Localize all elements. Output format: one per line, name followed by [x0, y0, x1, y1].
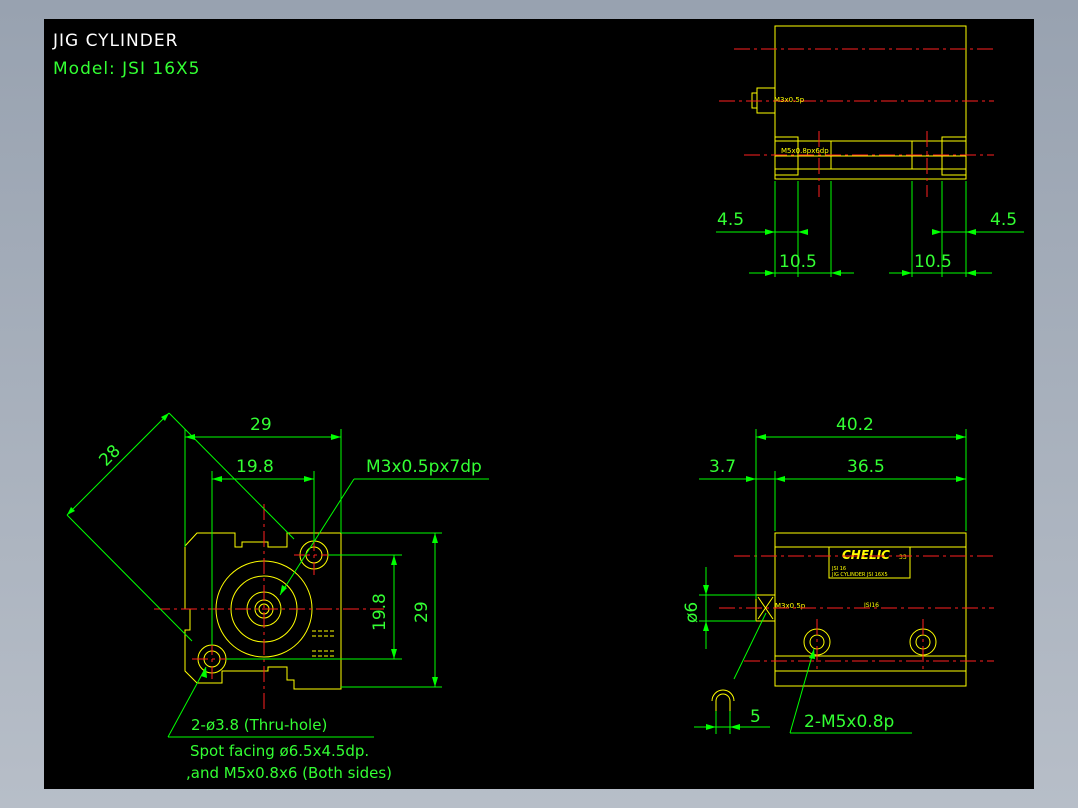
dim-arrow [432, 533, 438, 543]
dim-arrow [932, 229, 942, 235]
dim-arrow [966, 270, 976, 276]
dim-arrow [956, 434, 966, 440]
dim-arrow [730, 724, 740, 730]
dim-arrow [331, 434, 341, 440]
dim-side-diameter: ø6 [682, 602, 702, 623]
dim-front-diagonal: 28 [95, 441, 124, 470]
side-thread: M3x0.5p [775, 602, 806, 610]
front-note-line2: Spot facing ø6.5x4.5dp. [190, 742, 369, 760]
dim-arrow [746, 476, 756, 482]
rod-fitting [715, 693, 731, 702]
dim-arrow [304, 476, 314, 482]
dim-arrow [212, 476, 222, 482]
extension-line [66, 514, 193, 642]
top-front-thread: M5x0.8px6dp [781, 147, 829, 155]
front-callout-top: M3x0.5px7dp [366, 457, 482, 477]
top-view: M3x0.5p M5x0.8px6dp 4.5 4.5 10.5 10.5 [716, 25, 1024, 277]
dim-front-height: 29 [412, 601, 432, 623]
dim-top-left-offset: 4.5 [717, 210, 744, 230]
front-note-line3: ,and M5x0.8x6 (Both sides) [186, 764, 392, 782]
top-side-thread: M3x0.5p [774, 96, 805, 104]
cad-viewport[interactable]: JIG CYLINDER Model: JSI 16X5 M3x0.5p M5x… [44, 19, 1034, 789]
dim-arrow [391, 649, 397, 659]
dim-arrow [956, 476, 966, 482]
dim-arrow [765, 270, 775, 276]
side-view: CHELIC 33 JSI 16 JIG CYLINDER JSI 16X5 J… [682, 415, 994, 734]
dim-side-offset: 3.7 [709, 457, 736, 477]
dim-side-total-length: 40.2 [836, 415, 874, 435]
dim-arrow [966, 229, 976, 235]
dim-arrow [703, 621, 709, 631]
label-brand: CHELIC [842, 548, 890, 562]
dim-top-right-offset: 4.5 [990, 210, 1017, 230]
dim-arrow [798, 229, 808, 235]
dim-line [66, 412, 170, 516]
dim-top-left-span: 10.5 [779, 252, 817, 272]
dim-front-width: 29 [250, 415, 272, 435]
leader-line [279, 478, 355, 596]
dim-arrow [185, 434, 195, 440]
front-view: 28 29 19.8 M3x0.5px7dp 19.8 29 2-ø3.8 (T… [66, 412, 489, 782]
rod-fitting [711, 689, 735, 702]
cad-drawing: M3x0.5p M5x0.8px6dp 4.5 4.5 10.5 10.5 28… [66, 25, 1024, 782]
dim-arrow [432, 677, 438, 687]
label-brand-suffix: 33 [899, 554, 907, 561]
dim-front-hole-spacing-h: 19.8 [236, 457, 274, 477]
dim-arrow [831, 270, 841, 276]
leader-arrow [809, 649, 815, 659]
dim-top-right-span: 10.5 [914, 252, 952, 272]
side-callout-ports: 2-M5x0.8p [804, 712, 894, 732]
dim-side-rod: 5 [750, 707, 761, 727]
dim-arrow [706, 724, 716, 730]
dim-arrow [765, 229, 775, 235]
front-note-line1: 2-ø3.8 (Thru-hole) [191, 716, 327, 734]
dim-arrow [756, 434, 766, 440]
leader-line [733, 612, 767, 680]
dim-arrow [703, 585, 709, 595]
dim-side-body-length: 36.5 [847, 457, 885, 477]
label-small-2: JIG CYLINDER JSI 16X5 [831, 572, 888, 578]
dim-front-hole-spacing-v: 19.8 [370, 593, 390, 631]
dim-arrow [391, 555, 397, 565]
dim-arrow [775, 476, 785, 482]
dim-arrow [902, 270, 912, 276]
extension-line [168, 412, 295, 540]
